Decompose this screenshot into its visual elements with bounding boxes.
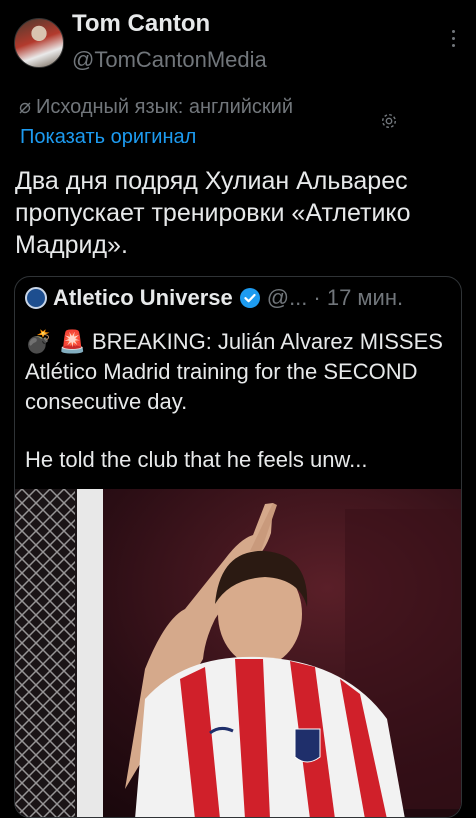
quoted-author-handle[interactable]: @... (267, 285, 308, 311)
gear-icon[interactable] (380, 112, 398, 130)
author-handle[interactable]: @TomCantonMedia (72, 47, 267, 73)
quoted-author-name[interactable]: Atletico Universe (53, 285, 233, 311)
more-options-icon[interactable] (448, 30, 458, 54)
player-photo-illustration (15, 489, 461, 817)
quoted-tweet-header: Atletico Universe @... · 17 мин. (25, 285, 403, 311)
show-original-link[interactable]: Показать оригинал (20, 126, 196, 149)
source-language-label: Исходный язык: английский (36, 96, 294, 118)
verified-badge-icon (239, 288, 260, 308)
quoted-author-avatar[interactable] (25, 287, 47, 309)
quoted-tweet-photo[interactable] (15, 489, 461, 817)
author-name[interactable]: Tom Canton (72, 10, 210, 38)
translate-icon (19, 102, 31, 113)
translation-info: Исходный язык: английский (18, 96, 293, 119)
quoted-text-paragraph-1: 💣 🚨 BREAKING: Julián Alvarez MISSES Atlé… (25, 329, 443, 414)
quoted-tweet-card[interactable]: Atletico Universe @... · 17 мин. 💣 🚨 BRE… (14, 276, 462, 818)
quoted-text-paragraph-2: He told the club that he feels unw... (25, 447, 368, 472)
author-avatar[interactable] (14, 18, 64, 68)
quoted-tweet-text: 💣 🚨 BREAKING: Julián Alvarez MISSES Atlé… (25, 327, 450, 475)
quoted-tweet-time: · 17 мин. (313, 285, 404, 310)
tweet-text: Два дня подряд Хулиан Альварес пропускае… (15, 167, 411, 259)
